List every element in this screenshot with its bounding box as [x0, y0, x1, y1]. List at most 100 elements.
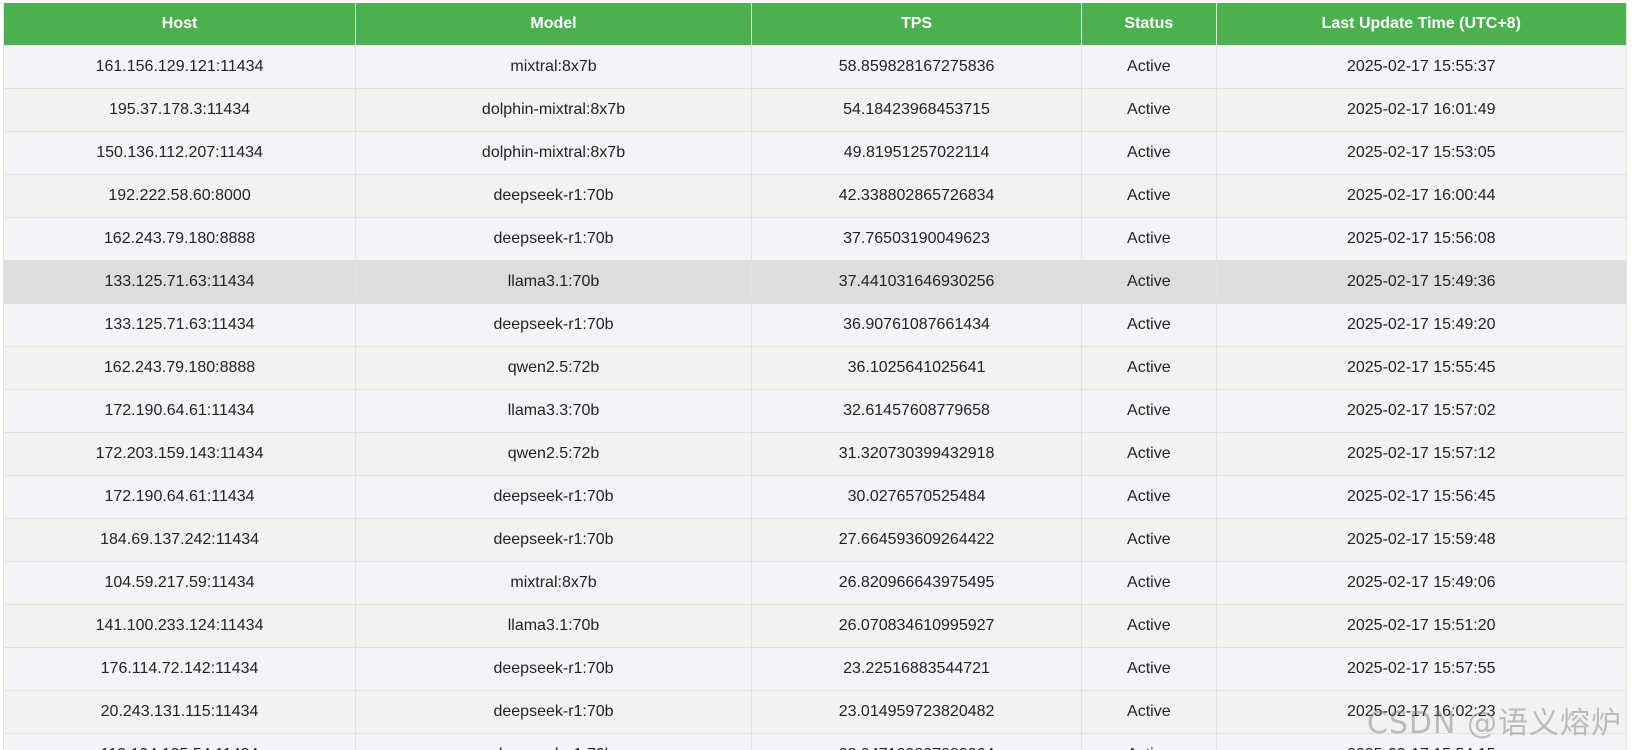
- cell-host: 162.243.79.180:8888: [2, 217, 357, 261]
- column-header-model[interactable]: Model: [355, 3, 752, 46]
- cell-tps: 37.76503190049623: [750, 217, 1083, 261]
- cell-model: deepseek-r1:70b: [355, 217, 752, 261]
- cell-last-update: 2025-02-17 15:51:20: [1215, 604, 1628, 648]
- cell-last-update: 2025-02-17 15:56:08: [1215, 217, 1628, 261]
- cell-status: Active: [1081, 432, 1217, 476]
- table-row[interactable]: 133.125.71.63:11434 llama3.1:70b 37.441031…: [2, 260, 1628, 304]
- cell-last-update: 2025-02-17 15:53:05: [1215, 131, 1628, 175]
- cell-host: 113.194.125.54:11434: [2, 733, 357, 750]
- cell-host: 141.100.233.124:11434: [2, 604, 357, 648]
- cell-status: Active: [1081, 346, 1217, 390]
- cell-tps: 22.947160807082064: [750, 733, 1083, 750]
- cell-model: deepseek-r1:70b: [355, 475, 752, 519]
- cell-last-update: 2025-02-17 16:02:23: [1215, 690, 1628, 734]
- cell-model: mixtral:8x7b: [355, 45, 752, 89]
- cell-status: Active: [1081, 475, 1217, 519]
- cell-host: 172.203.159.143:11434: [2, 432, 357, 476]
- cell-status: Active: [1081, 174, 1217, 218]
- table-row[interactable]: 172.203.159.143:11434 qwen2.5:72b 31.32073…: [2, 432, 1628, 476]
- column-header-last-update[interactable]: Last Update Time (UTC+8): [1215, 3, 1628, 46]
- cell-tps: 23.014959723820482: [750, 690, 1083, 734]
- table-row[interactable]: 162.243.79.180:8888 qwen2.5:72b 36.1025641…: [2, 346, 1628, 390]
- table-row[interactable]: 176.114.72.142:11434 deepseek-r1:70b 23.22…: [2, 647, 1628, 691]
- cell-model: deepseek-r1:70b: [355, 690, 752, 734]
- cell-model: qwen2.5:72b: [355, 432, 752, 476]
- table-row[interactable]: 192.222.58.60:8000 deepseek-r1:70b 42.3388…: [2, 174, 1628, 218]
- cell-tps: 54.18423968453715: [750, 88, 1083, 132]
- column-header-tps[interactable]: TPS: [750, 3, 1083, 46]
- cell-model: deepseek-r1:70b: [355, 647, 752, 691]
- column-header-status[interactable]: Status: [1081, 3, 1217, 46]
- cell-tps: 58.859828167275836: [750, 45, 1083, 89]
- cell-status: Active: [1081, 647, 1217, 691]
- cell-last-update: 2025-02-17 16:00:44: [1215, 174, 1628, 218]
- cell-last-update: 2025-02-17 15:49:20: [1215, 303, 1628, 347]
- cell-status: Active: [1081, 604, 1217, 648]
- cell-model: deepseek-r1:70b: [355, 518, 752, 562]
- cell-last-update: 2025-02-17 15:57:55: [1215, 647, 1628, 691]
- cell-tps: 30.0276570525484: [750, 475, 1083, 519]
- cell-model: deepseek-r1:70b: [355, 303, 752, 347]
- table-row[interactable]: 162.243.79.180:8888 deepseek-r1:70b 37.765…: [2, 217, 1628, 261]
- cell-status: Active: [1081, 303, 1217, 347]
- cell-host: 161.156.129.121:11434: [2, 45, 357, 89]
- table-row[interactable]: 141.100.233.124:11434 llama3.1:70b 26.0708…: [2, 604, 1628, 648]
- cell-host: 195.37.178.3:11434: [2, 88, 357, 132]
- cell-last-update: 2025-02-17 15:55:45: [1215, 346, 1628, 390]
- cell-tps: 49.81951257022114: [750, 131, 1083, 175]
- cell-status: Active: [1081, 260, 1217, 304]
- table-row[interactable]: 172.190.64.61:11434 llama3.3:70b 32.614576…: [2, 389, 1628, 433]
- cell-tps: 36.90761087661434: [750, 303, 1083, 347]
- cell-model: dolphin-mixtral:8x7b: [355, 88, 752, 132]
- cell-tps: 32.61457608779658: [750, 389, 1083, 433]
- cell-status: Active: [1081, 88, 1217, 132]
- cell-last-update: 2025-02-17 15:59:48: [1215, 518, 1628, 562]
- cell-last-update: 2025-02-17 15:55:37: [1215, 45, 1628, 89]
- cell-host: 104.59.217.59:11434: [2, 561, 357, 605]
- cell-status: Active: [1081, 217, 1217, 261]
- cell-model: llama3.1:70b: [355, 260, 752, 304]
- cell-status: Active: [1081, 690, 1217, 734]
- cell-last-update: 2025-02-17 16:01:49: [1215, 88, 1628, 132]
- cell-last-update: 2025-02-17 15:57:02: [1215, 389, 1628, 433]
- cell-model: dolphin-mixtral:8x7b: [355, 131, 752, 175]
- cell-model: deepseek-r1:70b: [355, 733, 752, 750]
- cell-last-update: 2025-02-17 15:56:45: [1215, 475, 1628, 519]
- cell-model: llama3.3:70b: [355, 389, 752, 433]
- cell-last-update: 2025-02-17 15:49:36: [1215, 260, 1628, 304]
- cell-host: 172.190.64.61:11434: [2, 475, 357, 519]
- table-row[interactable]: 184.69.137.242:11434 deepseek-r1:70b 27.66…: [2, 518, 1628, 562]
- cell-tps: 42.338802865726834: [750, 174, 1083, 218]
- table-row[interactable]: 150.136.112.207:11434 dolphin-mixtral:8x7…: [2, 131, 1628, 175]
- hosts-table: Host Model TPS Status Last Update Time (…: [2, 3, 1628, 750]
- table-row[interactable]: 161.156.129.121:11434 mixtral:8x7b 58.8598…: [2, 45, 1628, 89]
- cell-last-update: 2025-02-17 15:54:15: [1215, 733, 1628, 750]
- cell-status: Active: [1081, 131, 1217, 175]
- cell-host: 176.114.72.142:11434: [2, 647, 357, 691]
- cell-tps: 31.320730399432918: [750, 432, 1083, 476]
- cell-model: deepseek-r1:70b: [355, 174, 752, 218]
- cell-host: 133.125.71.63:11434: [2, 303, 357, 347]
- table-body: 161.156.129.121:11434 mixtral:8x7b 58.8598…: [2, 45, 1628, 750]
- cell-last-update: 2025-02-17 15:49:06: [1215, 561, 1628, 605]
- cell-host: 150.136.112.207:11434: [2, 131, 357, 175]
- cell-tps: 27.664593609264422: [750, 518, 1083, 562]
- cell-host: 184.69.137.242:11434: [2, 518, 357, 562]
- table-row[interactable]: 172.190.64.61:11434 deepseek-r1:70b 30.027…: [2, 475, 1628, 519]
- cell-host: 133.125.71.63:11434: [2, 260, 357, 304]
- cell-host: 20.243.131.115:11434: [2, 690, 357, 734]
- cell-tps: 37.441031646930256: [750, 260, 1083, 304]
- table-row[interactable]: 195.37.178.3:11434 dolphin-mixtral:8x7b 54…: [2, 88, 1628, 132]
- table-row[interactable]: 133.125.71.63:11434 deepseek-r1:70b 36.907…: [2, 303, 1628, 347]
- cell-tps: 26.820966643975495: [750, 561, 1083, 605]
- cell-last-update: 2025-02-17 15:57:12: [1215, 432, 1628, 476]
- cell-model: mixtral:8x7b: [355, 561, 752, 605]
- table-row[interactable]: 104.59.217.59:11434 mixtral:8x7b 26.820966…: [2, 561, 1628, 605]
- cell-tps: 36.1025641025641: [750, 346, 1083, 390]
- column-header-host[interactable]: Host: [2, 3, 357, 46]
- cell-host: 172.190.64.61:11434: [2, 389, 357, 433]
- page: Host Model TPS Status Last Update Time (…: [0, 0, 1632, 750]
- table-row[interactable]: 20.243.131.115:11434 deepseek-r1:70b 23.01…: [2, 690, 1628, 734]
- cell-model: llama3.1:70b: [355, 604, 752, 648]
- table-row[interactable]: 113.194.125.54:11434deepseek-r1:70b22.94…: [2, 733, 1628, 750]
